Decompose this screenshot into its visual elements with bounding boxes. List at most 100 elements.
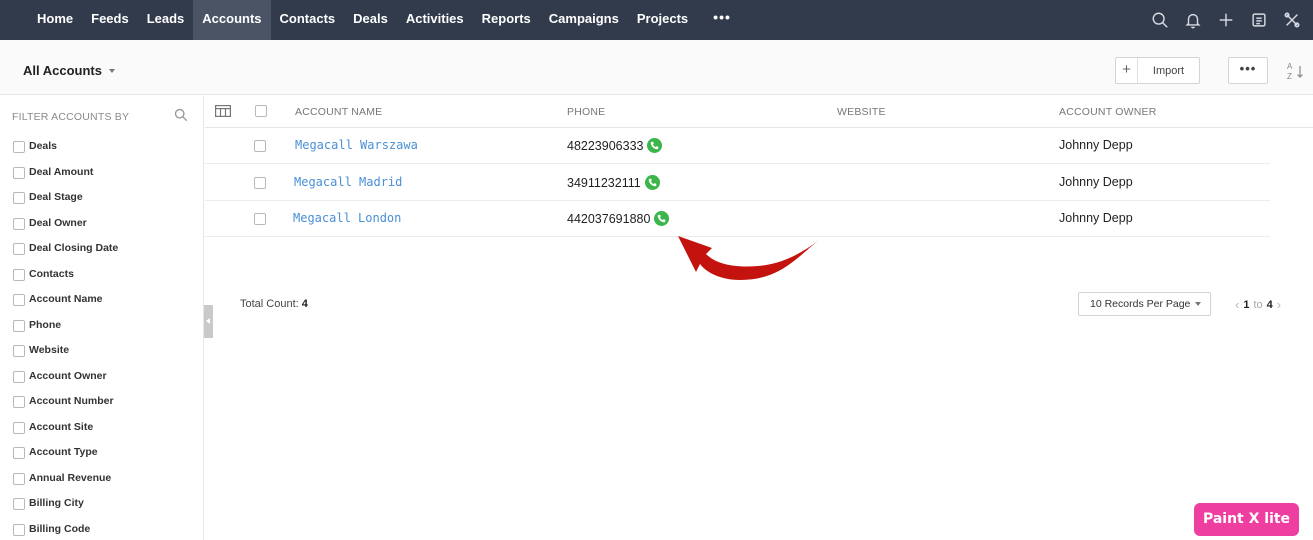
tools-icon[interactable] — [1280, 9, 1303, 32]
filter-sidebar: FILTER ACCOUNTS BY Deals Deal Amount Dea… — [0, 96, 204, 540]
chevron-down-icon — [108, 68, 115, 73]
column-header-account-name[interactable]: ACCOUNT NAME — [295, 106, 382, 118]
call-phone-icon[interactable] — [654, 211, 670, 226]
filter-item[interactable]: Annual Revenue — [13, 472, 118, 498]
tab-home[interactable]: Home — [28, 0, 82, 40]
more-actions-button[interactable]: ••• — [1228, 57, 1268, 84]
nav-icon-group — [1148, 0, 1303, 40]
call-phone-icon[interactable] — [644, 175, 660, 190]
total-count: Total Count: 4 — [240, 298, 308, 310]
column-header-website[interactable]: WEBSITE — [837, 106, 886, 118]
tab-leads[interactable]: Leads — [138, 0, 194, 40]
column-header-phone[interactable]: PHONE — [567, 106, 605, 118]
row-checkbox[interactable] — [254, 140, 266, 152]
filter-checkbox[interactable] — [13, 396, 25, 408]
phone-number: 48223906333 — [567, 138, 644, 153]
tab-activities[interactable]: Activities — [397, 0, 473, 40]
page-from: 1 — [1243, 298, 1250, 311]
row-checkbox[interactable] — [254, 213, 266, 225]
filter-item[interactable]: Website — [13, 344, 118, 370]
filter-checkbox[interactable] — [13, 217, 25, 230]
filter-checkbox[interactable] — [13, 447, 25, 459]
filter-item[interactable]: Account Name — [13, 293, 118, 319]
filter-item[interactable]: Account Site — [13, 421, 118, 447]
filter-item[interactable]: Deal Amount — [13, 166, 118, 192]
tab-contacts[interactable]: Contacts — [271, 0, 345, 40]
page-to-label: to — [1253, 298, 1263, 311]
filter-checkbox[interactable] — [13, 166, 25, 179]
table-header: ACCOUNT NAME PHONE WEBSITE ACCOUNT OWNER — [205, 96, 1313, 128]
filter-checkbox[interactable] — [13, 192, 25, 204]
filter-list: Deals Deal Amount Deal Stage Deal Owner … — [13, 140, 118, 540]
table-row[interactable]: Megacall London 442037691880 Johnny Depp — [205, 201, 1270, 237]
records-per-page-label: 10 Records Per Page — [1090, 298, 1191, 310]
calendar-icon[interactable] — [1247, 9, 1270, 32]
account-name-link[interactable]: Megacall Madrid — [294, 175, 402, 189]
filter-checkbox[interactable] — [13, 319, 25, 332]
tab-deals[interactable]: Deals — [344, 0, 397, 40]
filter-checkbox[interactable] — [13, 498, 25, 510]
tab-projects[interactable]: Projects — [628, 0, 697, 40]
search-icon[interactable] — [174, 108, 188, 122]
filter-item[interactable]: Account Number — [13, 395, 118, 421]
filter-item[interactable]: Contacts — [13, 268, 118, 294]
sidebar-collapse-handle[interactable] — [204, 305, 213, 338]
records-per-page-select[interactable]: 10 Records Per Page — [1078, 292, 1211, 316]
filter-checkbox[interactable] — [13, 523, 25, 536]
total-count-label: Total Count: — [240, 298, 299, 310]
filter-checkbox[interactable] — [13, 268, 25, 281]
red-arrow-annotation — [678, 236, 818, 280]
tab-accounts[interactable]: Accounts — [193, 0, 271, 40]
chevron-left-icon[interactable]: ‹ — [1235, 297, 1239, 312]
total-count-value: 4 — [301, 298, 308, 310]
view-toolbar: All Accounts + Import ••• A Z — [0, 40, 1313, 95]
filter-item[interactable]: Account Type — [13, 446, 118, 472]
filter-checkbox[interactable] — [13, 421, 25, 434]
call-phone-icon[interactable] — [647, 138, 663, 153]
plus-icon[interactable]: + — [1116, 58, 1138, 83]
search-icon[interactable] — [1148, 9, 1171, 32]
select-all-checkbox[interactable] — [255, 105, 267, 117]
page-to: 4 — [1266, 298, 1273, 311]
filter-item[interactable]: Phone — [13, 319, 118, 345]
table-row[interactable]: Megacall Warszawa 48223906333 Johnny Dep… — [205, 128, 1270, 164]
account-name-link[interactable]: Megacall London — [293, 211, 401, 225]
filter-checkbox[interactable] — [13, 141, 25, 153]
column-header-account-owner[interactable]: ACCOUNT OWNER — [1059, 106, 1157, 118]
account-owner: Johnny Depp — [1059, 175, 1133, 189]
filter-checkbox[interactable] — [13, 472, 25, 485]
filter-item[interactable]: Account Owner — [13, 370, 118, 396]
filter-item[interactable]: Deal Closing Date — [13, 242, 118, 268]
filter-checkbox[interactable] — [13, 243, 25, 255]
chevron-right-icon[interactable]: › — [1277, 297, 1281, 312]
column-settings-icon[interactable] — [215, 105, 232, 119]
bell-icon[interactable] — [1181, 9, 1204, 32]
nav-more-button[interactable]: ••• — [697, 0, 747, 40]
account-owner: Johnny Depp — [1059, 211, 1133, 225]
chevron-down-icon — [1195, 302, 1202, 306]
account-name-link[interactable]: Megacall Warszawa — [295, 138, 418, 152]
filter-item[interactable]: Deal Owner — [13, 217, 118, 243]
filter-item[interactable]: Deal Stage — [13, 191, 118, 217]
import-button[interactable]: + Import — [1115, 57, 1200, 84]
filter-checkbox[interactable] — [13, 370, 25, 383]
tab-campaigns[interactable]: Campaigns — [540, 0, 628, 40]
row-checkbox[interactable] — [254, 177, 266, 189]
view-selector[interactable]: All Accounts — [23, 63, 115, 78]
svg-text:Z: Z — [1287, 72, 1292, 81]
filter-title: FILTER ACCOUNTS BY — [12, 111, 130, 123]
filter-item[interactable]: Billing City — [13, 497, 118, 523]
sort-icon[interactable]: A Z — [1285, 60, 1307, 82]
filter-checkbox[interactable] — [13, 345, 25, 357]
view-selector-label: All Accounts — [23, 63, 102, 78]
phone-cell: 34911232111 — [567, 175, 660, 190]
table-row[interactable]: Megacall Madrid 34911232111 Johnny Depp — [205, 165, 1270, 201]
filter-item[interactable]: Billing Code — [13, 523, 118, 540]
filter-checkbox[interactable] — [13, 294, 25, 306]
filter-item[interactable]: Deals — [13, 140, 118, 166]
tab-reports[interactable]: Reports — [473, 0, 540, 40]
pagination: ‹ 1 to 4 › — [1235, 297, 1281, 312]
tab-feeds[interactable]: Feeds — [82, 0, 138, 40]
plus-icon[interactable] — [1214, 9, 1237, 32]
svg-text:A: A — [1287, 62, 1293, 71]
